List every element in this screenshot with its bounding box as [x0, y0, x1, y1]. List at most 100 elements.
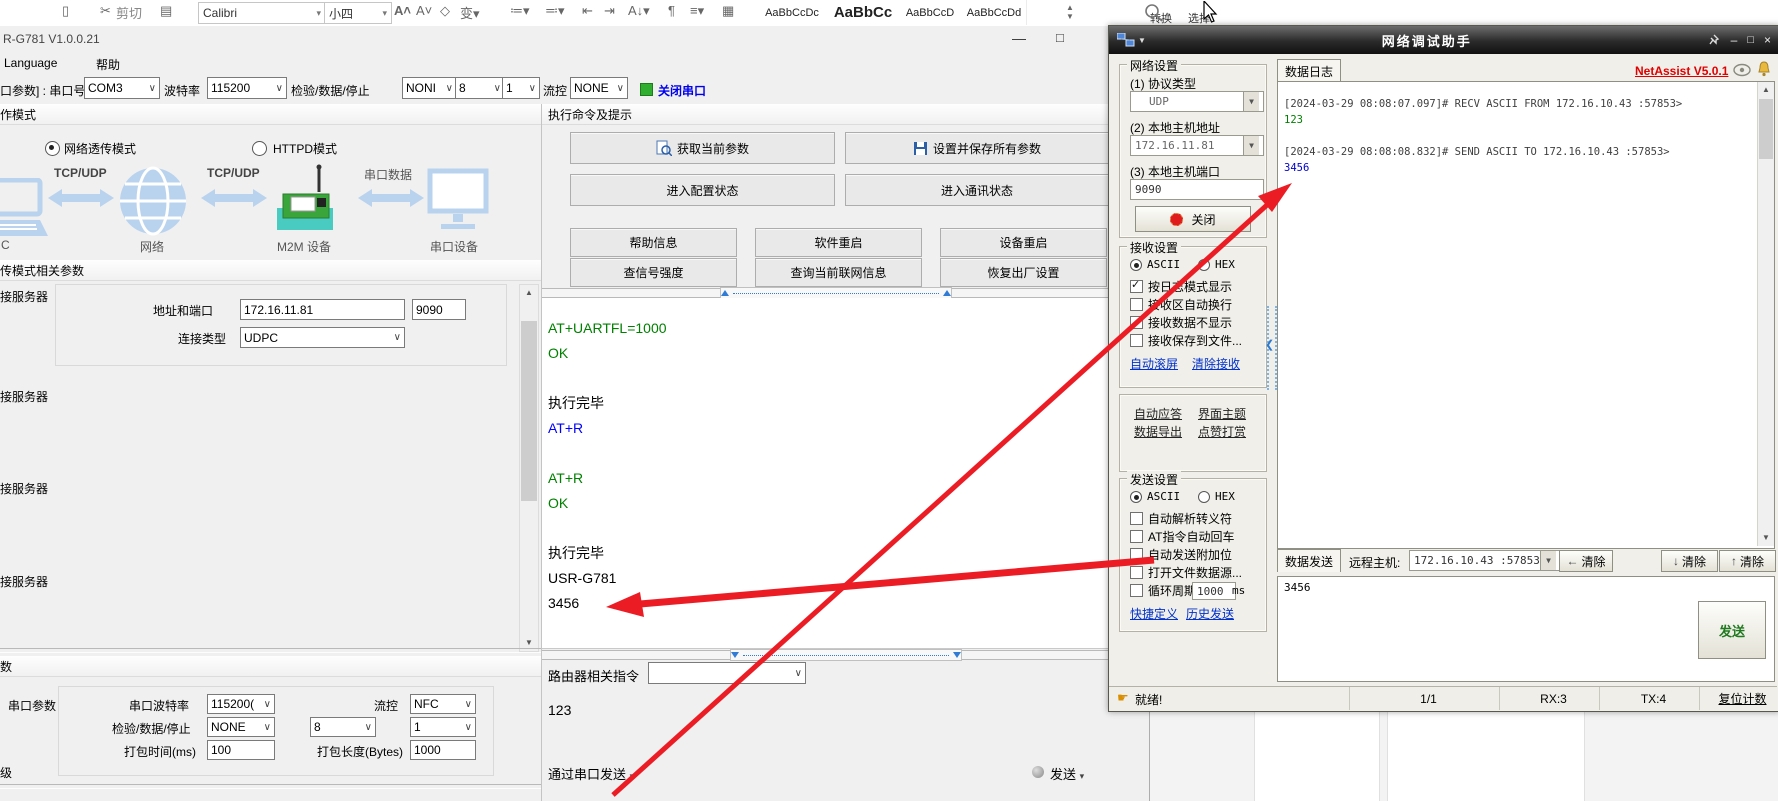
- scroll-up-icon[interactable]: ▲: [1758, 82, 1774, 98]
- serial-baud-combo[interactable]: 115200(∨: [207, 694, 275, 714]
- clear-remote-button[interactable]: ← 清除: [1559, 550, 1613, 572]
- style-chip-heading1[interactable]: AaBbCcD: [898, 0, 963, 25]
- status-reset-count[interactable]: 复位计数: [1699, 687, 1777, 710]
- baud-combo[interactable]: 115200∨: [207, 77, 287, 99]
- protocol-combo[interactable]: UDP ▼: [1130, 91, 1264, 112]
- help-info-button[interactable]: 帮助信息: [570, 228, 737, 257]
- server-port-input[interactable]: 9090: [412, 299, 466, 320]
- cut-icon[interactable]: ✂: [100, 3, 111, 19]
- net-info-button[interactable]: 查询当前联网信息: [755, 258, 922, 287]
- checkbox-icon[interactable]: [1130, 566, 1143, 579]
- pin-icon[interactable]: [1708, 34, 1721, 47]
- auto-reply-link[interactable]: 自动应答: [1134, 405, 1182, 422]
- close-button[interactable]: ×: [1764, 33, 1771, 47]
- cycle-checkbox-row[interactable]: 循环周期: [1130, 581, 1196, 599]
- minimize-button[interactable]: –: [1731, 33, 1738, 47]
- serial-parity-combo[interactable]: NONE∨: [207, 717, 275, 737]
- recv-hex-radio[interactable]: [1198, 259, 1210, 271]
- send-menu[interactable]: 发送 ▾: [1050, 764, 1084, 783]
- grid-icon[interactable]: ▦: [722, 3, 734, 19]
- cut-label[interactable]: 剪切: [116, 3, 142, 22]
- netassist-titlebar[interactable]: ▼ 网络调试助手 – □ ×: [1109, 26, 1778, 54]
- shrink-font-icon[interactable]: A˅: [416, 3, 432, 18]
- scroll-up-icon[interactable]: ▲: [520, 285, 538, 301]
- send-checkbox-row[interactable]: 自动解析转义符: [1130, 509, 1242, 527]
- indent-icon[interactable]: ⇥: [604, 3, 615, 19]
- conn-type-combo[interactable]: UDPC∨: [240, 327, 405, 348]
- menu-language[interactable]: Language: [4, 56, 57, 70]
- server-address-input[interactable]: 172.16.11.81: [240, 299, 405, 320]
- splitter-collapse-icon[interactable]: [953, 652, 961, 658]
- checkbox-icon[interactable]: [1130, 298, 1143, 311]
- send-hex-radio[interactable]: [1198, 491, 1210, 503]
- packlen-input[interactable]: 1000: [410, 740, 476, 760]
- recv-checkbox-row[interactable]: 按日志模式显示: [1130, 277, 1242, 295]
- search-icon[interactable]: [1144, 3, 1164, 23]
- flow-combo[interactable]: NONE∨: [570, 77, 628, 99]
- version-link[interactable]: NetAssist V5.0.1: [1635, 64, 1728, 78]
- device-restart-button[interactable]: 设备重启: [940, 228, 1107, 257]
- bullet-list-icon[interactable]: ≔▾: [510, 3, 530, 19]
- scroll-down-icon[interactable]: ▼: [1758, 530, 1774, 546]
- packtime-input[interactable]: 100: [207, 740, 275, 760]
- scrollbar-thumb[interactable]: [1759, 99, 1773, 159]
- send-ascii-radio[interactable]: [1130, 491, 1142, 503]
- router-cmd-combo[interactable]: ∨: [648, 662, 806, 684]
- splitter-horizontal[interactable]: [542, 650, 1149, 660]
- splitter-handle[interactable]: [730, 649, 962, 661]
- recv-checkbox-row[interactable]: 接收保存到文件...: [1130, 331, 1242, 349]
- checkbox-icon[interactable]: [1130, 548, 1143, 561]
- close-connection-button[interactable]: 关闭: [1135, 206, 1251, 232]
- tab-data-log[interactable]: 数据日志: [1277, 59, 1341, 82]
- maximize-button[interactable]: □: [1056, 30, 1064, 45]
- send-checkbox-row[interactable]: 打开文件数据源...: [1130, 563, 1242, 581]
- cycle-input[interactable]: 1000: [1192, 582, 1236, 600]
- signal-strength-button[interactable]: 查信号强度: [570, 258, 737, 287]
- serial-stopbits-combo[interactable]: 1∨: [410, 717, 476, 737]
- data-export-link[interactable]: 数据导出: [1134, 423, 1182, 440]
- theme-link[interactable]: 界面主题: [1198, 405, 1246, 422]
- checkbox-icon[interactable]: [1130, 530, 1143, 543]
- send-button[interactable]: 发送: [1698, 601, 1766, 659]
- soft-restart-button[interactable]: 软件重启: [755, 228, 922, 257]
- bell-icon[interactable]: [1757, 61, 1771, 77]
- grow-font-icon[interactable]: A˄: [394, 3, 411, 18]
- factory-reset-button[interactable]: 恢复出厂设置: [940, 258, 1107, 287]
- collapse-left-icon[interactable]: ❮: [1265, 338, 1274, 351]
- eye-icon[interactable]: [1733, 63, 1751, 77]
- checkbox-icon[interactable]: [1130, 316, 1143, 329]
- pilcrow-icon[interactable]: ¶: [668, 3, 675, 18]
- paste-icon[interactable]: ▯: [62, 3, 69, 19]
- com-port-combo[interactable]: COM3∨: [84, 77, 160, 99]
- font-name-combo[interactable]: Calibri ▾: [198, 2, 326, 24]
- stopbits-combo[interactable]: 1∨: [502, 77, 540, 99]
- style-chip-no-spacing[interactable]: AaBbCc: [828, 0, 899, 25]
- checkbox-icon[interactable]: [1130, 334, 1143, 347]
- quick-define-link[interactable]: 快捷定义: [1130, 605, 1178, 622]
- titlebar-menu-chevron[interactable]: ▼: [1138, 36, 1146, 45]
- style-chip-heading2[interactable]: AaBbCcDd: [962, 0, 1027, 25]
- databits-combo[interactable]: 8∨: [455, 77, 505, 99]
- get-params-button[interactable]: 获取当前参数: [570, 132, 835, 164]
- enter-config-button[interactable]: 进入配置状态: [570, 174, 835, 206]
- serial-flow-combo[interactable]: NFC∨: [410, 694, 476, 714]
- checkbox-icon[interactable]: [1130, 512, 1143, 525]
- radio-httpd[interactable]: [252, 141, 267, 156]
- left-panel-scrollbar[interactable]: ▲ ▼: [519, 284, 539, 652]
- remote-host-combo[interactable]: 172.16.10.43 :57853 ▼: [1409, 550, 1561, 571]
- tab-data-send[interactable]: 数据发送: [1277, 549, 1341, 572]
- checkbox-icon[interactable]: [1130, 280, 1143, 293]
- save-params-button[interactable]: 设置并保存所有参数: [845, 132, 1109, 164]
- align-icon[interactable]: ≡▾: [690, 3, 704, 19]
- clear-recv-button[interactable]: ↓ 清除: [1661, 550, 1718, 572]
- style-gallery-scroll[interactable]: ▲▼: [1066, 3, 1074, 21]
- radio-net-passthrough[interactable]: [45, 141, 60, 156]
- phonetic-icon[interactable]: 变▾: [460, 3, 480, 22]
- cmd-log-area[interactable]: AT+UARTFL=1000OK执行完毕AT+RAT+ROK执行完毕USR-G7…: [542, 298, 1149, 649]
- minimize-button[interactable]: —: [1012, 30, 1026, 46]
- splitter-horizontal[interactable]: [542, 288, 1149, 298]
- style-chip-normal[interactable]: AaBbCcDc: [756, 0, 829, 25]
- clear-send-button[interactable]: ↑ 清除: [1719, 550, 1776, 572]
- format-painter-icon[interactable]: ▤: [160, 3, 172, 19]
- number-list-icon[interactable]: ≕▾: [545, 3, 565, 19]
